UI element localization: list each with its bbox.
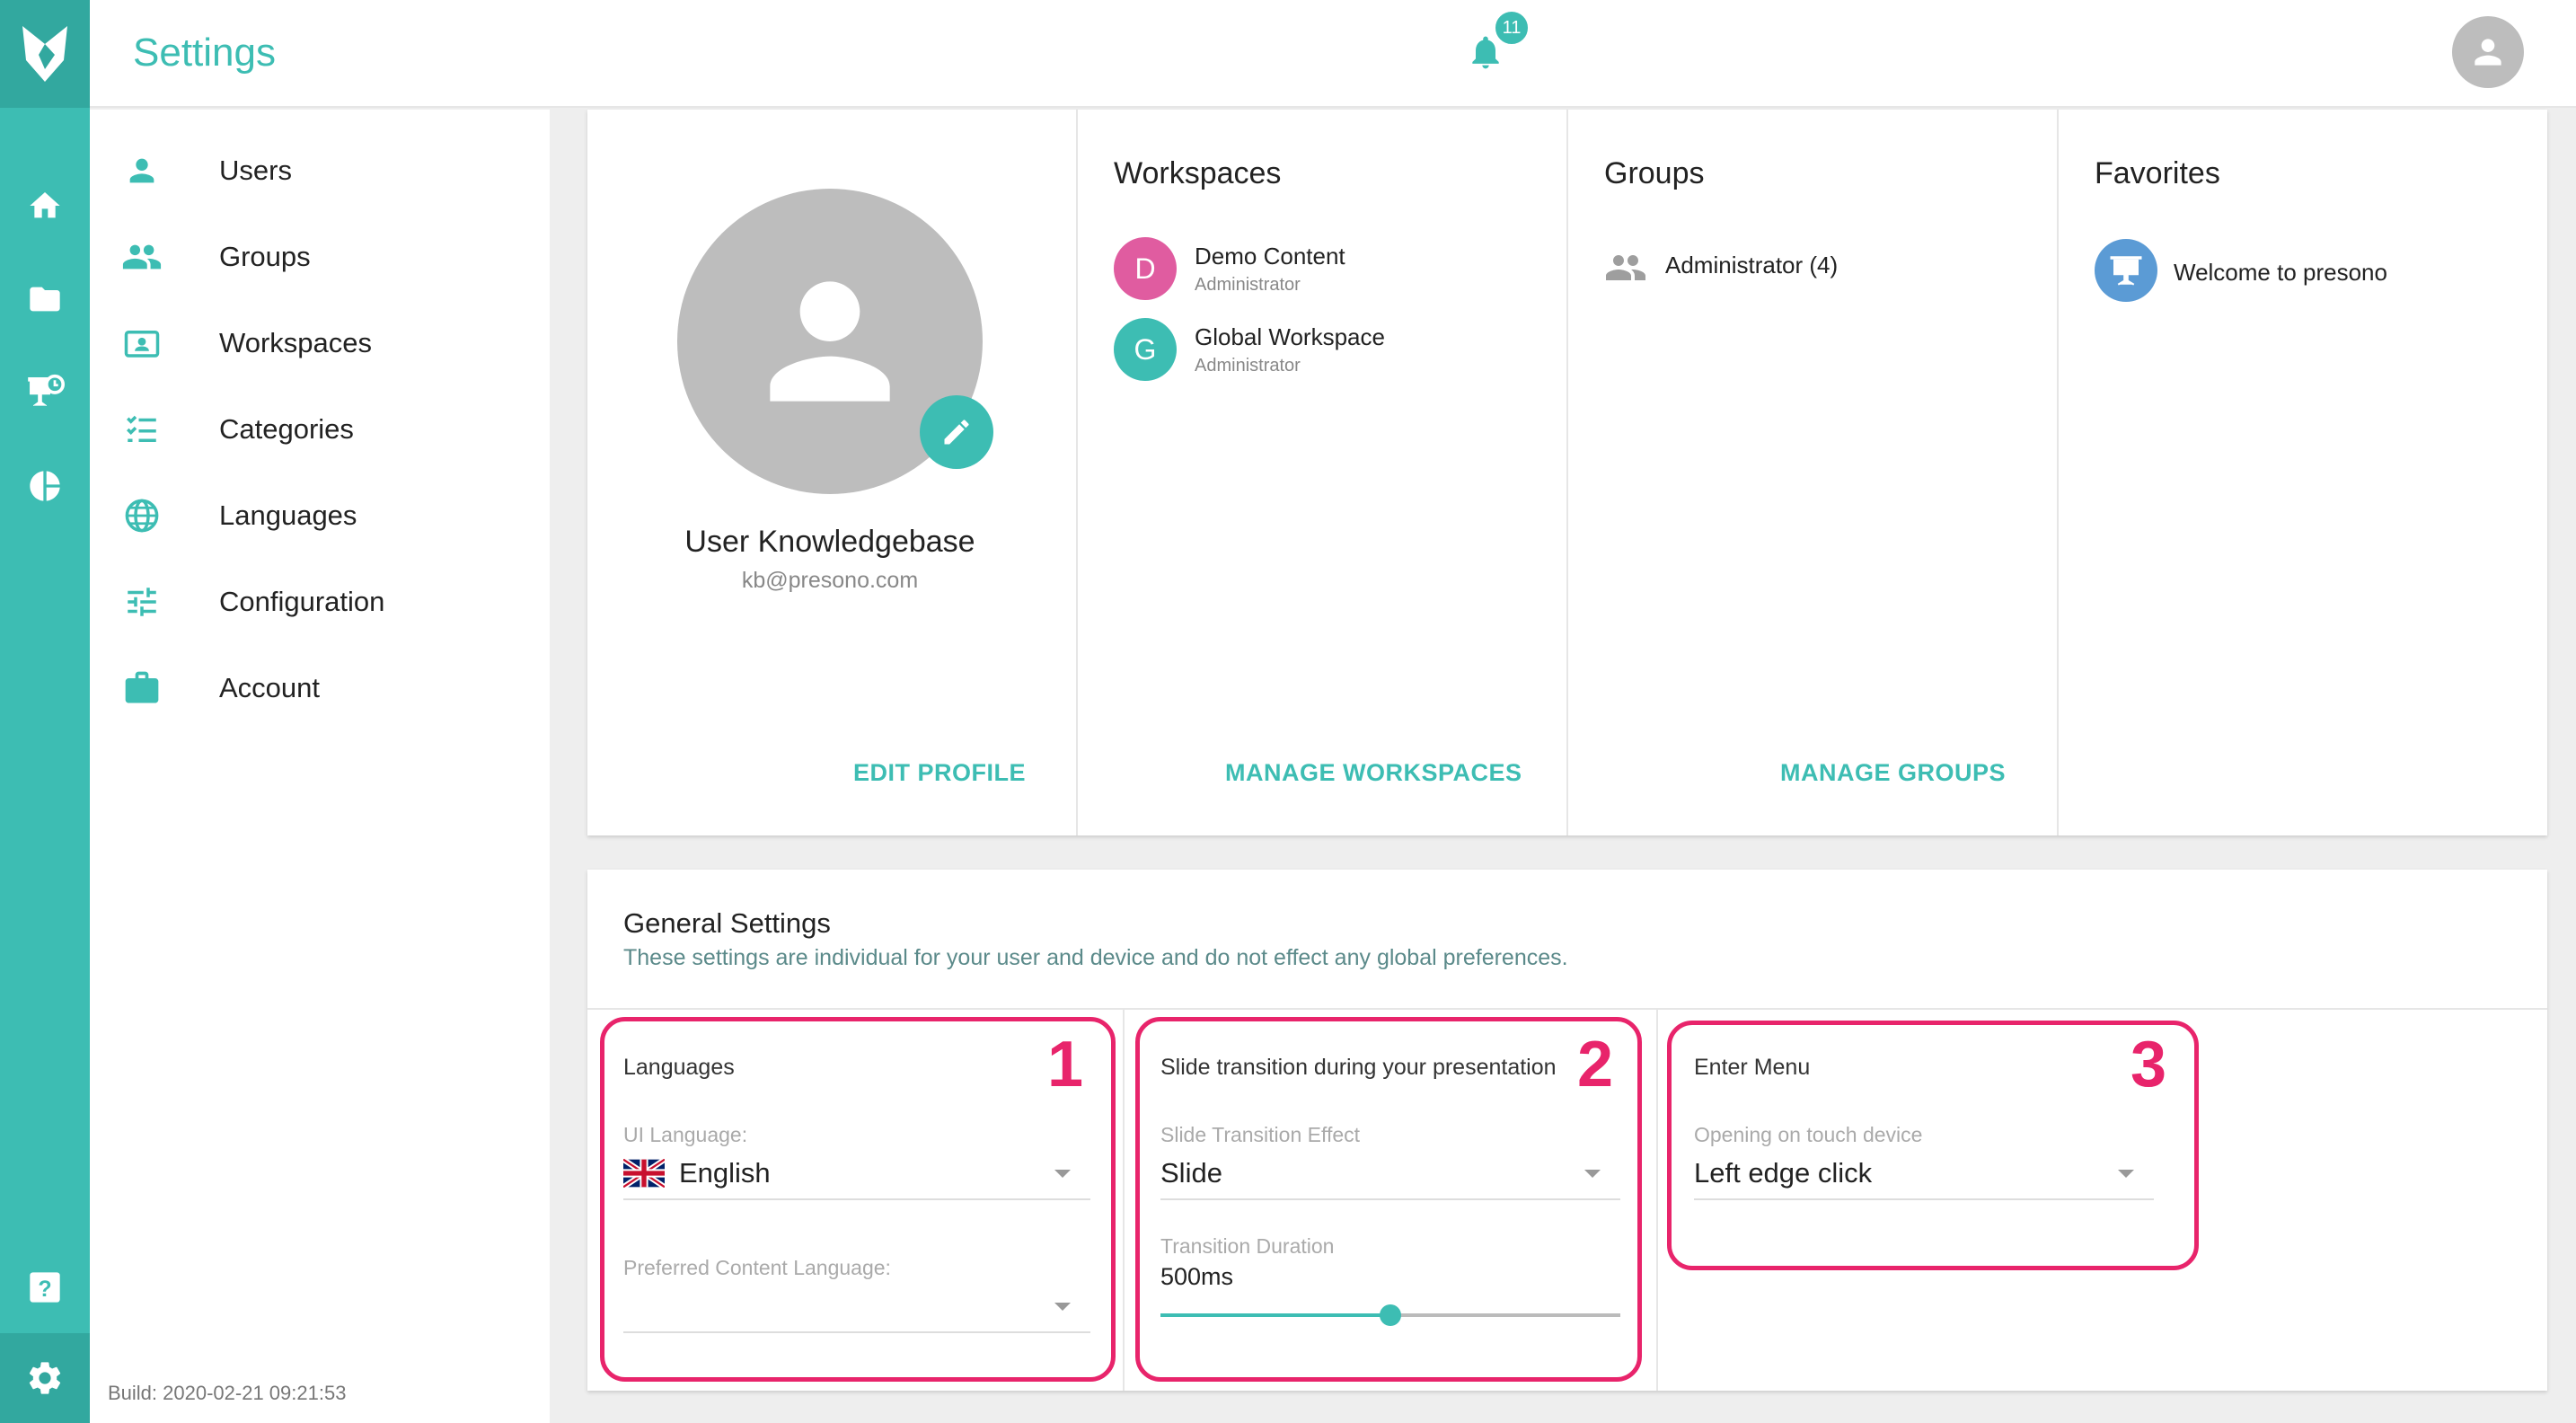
sidebar-item-label: Configuration <box>219 586 385 617</box>
favorite-item[interactable]: Welcome to presono <box>2095 239 2499 304</box>
sidebar-item-groups[interactable]: Groups <box>90 214 550 300</box>
manage-workspaces-link[interactable]: MANAGE WORKSPACES <box>1225 759 1522 787</box>
manage-groups-link[interactable]: MANAGE GROUPS <box>1780 759 2006 787</box>
app-rail: ? <box>0 0 90 1423</box>
annotation-number: 3 <box>2130 1029 2167 1100</box>
general-settings-title: General Settings <box>623 907 831 939</box>
workspace-role: Administrator <box>1195 275 1301 295</box>
settings-sidebar: Users Groups Workspaces Categories Langu… <box>90 110 550 1423</box>
annotation-number: 2 <box>1577 1029 1614 1100</box>
highlight-box-3 <box>1667 1021 2199 1270</box>
favorite-label: Welcome to presono <box>2174 259 2387 286</box>
edit-avatar-button[interactable] <box>920 395 993 469</box>
workspace-role: Administrator <box>1195 356 1301 376</box>
person-icon <box>770 281 890 402</box>
pie-chart-icon[interactable] <box>22 464 67 508</box>
favorites-card: Favorites Welcome to presono <box>2059 110 2547 835</box>
groups-title: Groups <box>1604 156 1705 190</box>
workspaces-card: Workspaces D Demo Content Administrator … <box>1078 110 1566 835</box>
workspace-item[interactable]: D Demo Content Administrator <box>1114 237 1545 302</box>
fox-logo-icon <box>22 26 67 82</box>
people-icon <box>1604 246 1647 294</box>
edit-profile-link[interactable]: EDIT PROFILE <box>853 759 1026 787</box>
highlight-box-1 <box>600 1017 1116 1382</box>
app-logo[interactable] <box>0 0 90 108</box>
groups-card: Groups Administrator (4) MANAGE GROUPS <box>1568 110 2057 835</box>
presentation-icon <box>2095 239 2157 302</box>
person-icon <box>2475 39 2501 66</box>
sidebar-item-languages[interactable]: Languages <box>90 473 550 559</box>
notification-count-badge: 11 <box>1493 9 1531 47</box>
top-bar: Settings 11 <box>90 0 2576 108</box>
workspace-folder-icon <box>117 318 167 368</box>
person-icon <box>117 146 167 196</box>
workspace-initial-avatar: G <box>1114 318 1177 381</box>
people-icon <box>117 232 167 282</box>
pencil-icon <box>944 420 969 445</box>
profile-card: User Knowledgebase kb@presono.com EDIT P… <box>587 110 1076 835</box>
general-settings-subtitle: These settings are individual for your u… <box>623 945 1568 970</box>
highlight-box-2 <box>1135 1017 1642 1382</box>
sidebar-item-account[interactable]: Account <box>90 645 550 731</box>
sidebar-item-workspaces[interactable]: Workspaces <box>90 300 550 386</box>
workspace-name: Global Workspace <box>1195 323 1385 350</box>
globe-icon <box>117 491 167 541</box>
sidebar-item-categories[interactable]: Categories <box>90 386 550 473</box>
workspace-name: Demo Content <box>1195 243 1345 270</box>
sidebar-item-label: Account <box>219 672 321 703</box>
svg-text:?: ? <box>38 1277 51 1302</box>
profile-email: kb@presono.com <box>741 568 919 593</box>
sidebar-item-label: Users <box>219 155 292 186</box>
group-label: Administrator (4) <box>1665 252 1839 278</box>
group-item[interactable]: Administrator (4) <box>1604 244 2008 289</box>
workspace-initial-avatar: D <box>1114 237 1177 300</box>
sliders-icon <box>117 577 167 627</box>
favorites-title: Favorites <box>2095 156 2220 190</box>
sidebar-item-users[interactable]: Users <box>90 128 550 214</box>
home-icon[interactable] <box>22 183 67 228</box>
workspace-item[interactable]: G Global Workspace Administrator <box>1114 318 1545 383</box>
overview-cards: User Knowledgebase kb@presono.com EDIT P… <box>587 110 2547 835</box>
build-info: Build: 2020-02-21 09:21:53 <box>108 1382 347 1404</box>
help-icon[interactable]: ? <box>22 1265 67 1310</box>
page-title: Settings <box>133 31 276 75</box>
sidebar-item-configuration[interactable]: Configuration <box>90 559 550 645</box>
sidebar-item-label: Languages <box>219 499 357 531</box>
sidebar-item-label: Categories <box>219 413 354 445</box>
profile-name: User Knowledgebase <box>684 525 975 559</box>
settings-gear-icon[interactable] <box>0 1333 90 1423</box>
sidebar-item-label: Groups <box>219 241 311 272</box>
presentation-clock-icon[interactable] <box>22 370 67 415</box>
sidebar-item-label: Workspaces <box>219 327 372 358</box>
workspaces-title: Workspaces <box>1114 156 1282 190</box>
folder-icon[interactable] <box>22 277 67 322</box>
briefcase-icon <box>117 663 167 713</box>
annotation-number: 1 <box>1047 1029 1084 1100</box>
checklist-icon <box>117 404 167 455</box>
user-avatar[interactable] <box>2452 16 2524 88</box>
